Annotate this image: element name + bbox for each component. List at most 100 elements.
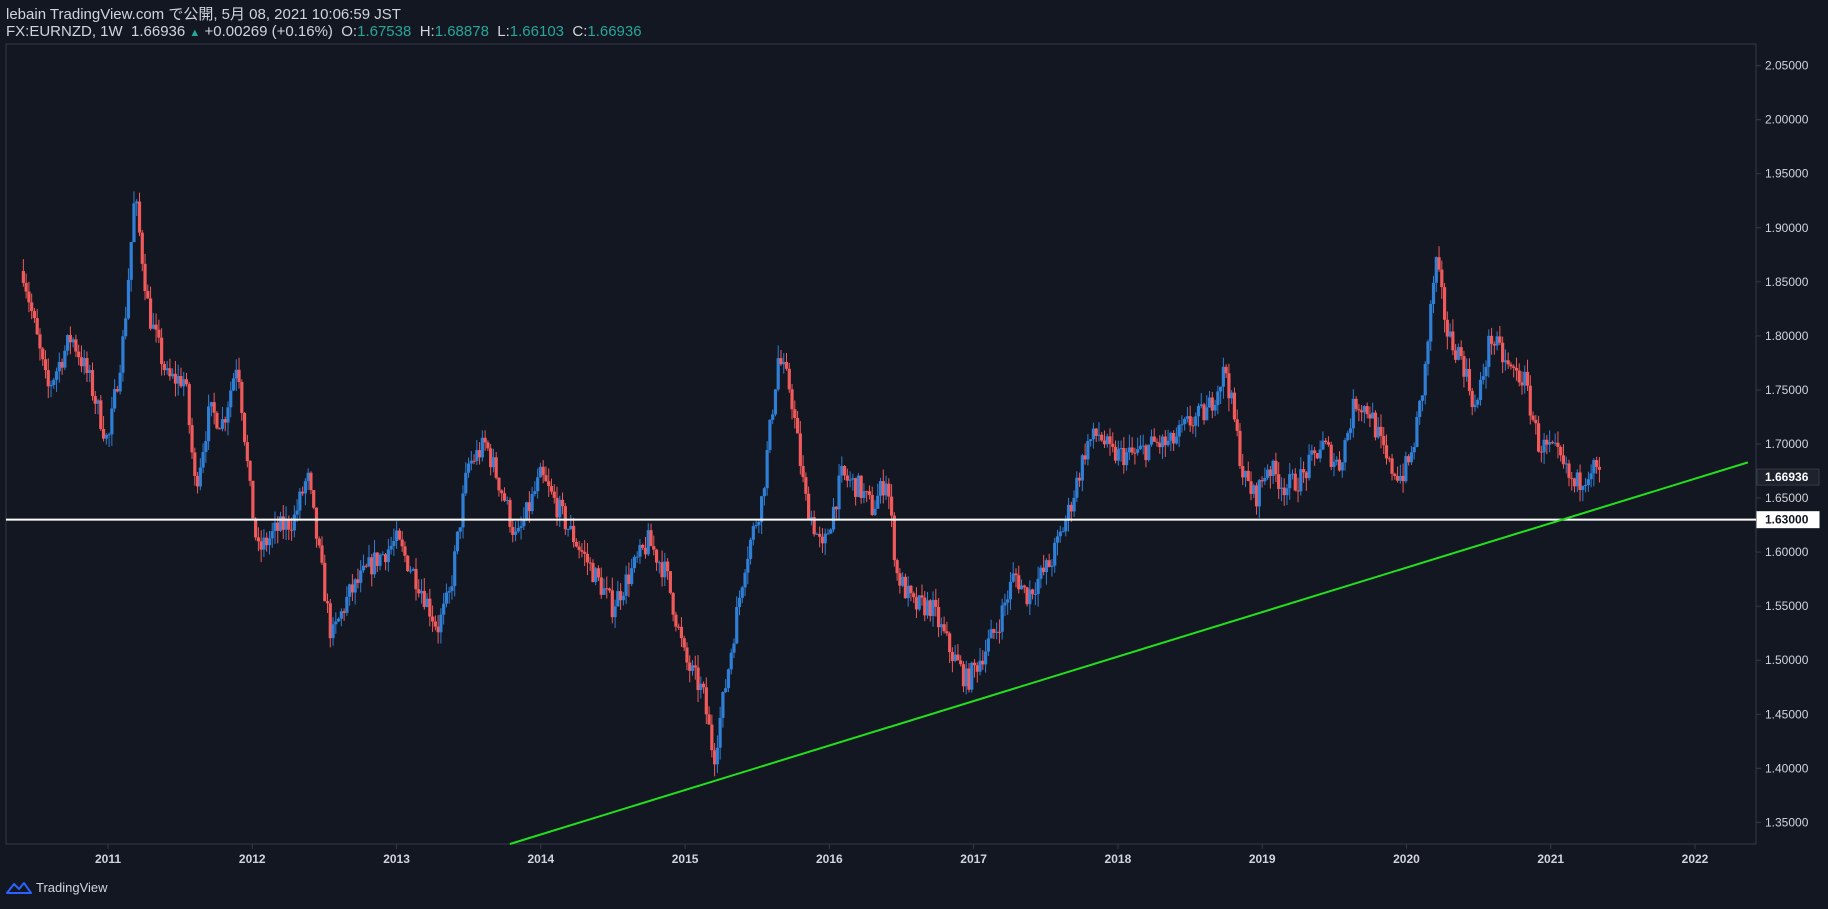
candle-body: [953, 654, 957, 661]
candle-body: [547, 481, 551, 486]
candle-body: [632, 556, 637, 569]
candle-body: [1583, 485, 1588, 487]
candle-body: [325, 601, 330, 604]
time-tick-label: 2017: [960, 852, 987, 866]
candle-body: [184, 379, 189, 385]
candle-body: [1534, 419, 1538, 424]
candle-body: [989, 629, 993, 639]
candle-body: [1172, 432, 1176, 444]
candle-body: [942, 624, 946, 632]
candle-body: [1072, 497, 1076, 512]
candle-body: [1149, 436, 1154, 445]
candle-body: [1321, 440, 1325, 450]
candle-body: [1199, 404, 1203, 406]
candle-body: [389, 545, 393, 550]
candle-body: [710, 724, 714, 751]
candle-body: [1351, 398, 1355, 429]
candle-body: [226, 407, 230, 423]
price-tick-label: 1.85000: [1765, 275, 1809, 289]
candle-body: [583, 551, 587, 554]
candle-body: [1501, 342, 1505, 363]
candle-body: [1426, 341, 1430, 364]
candle-body: [713, 750, 717, 765]
candle-body: [187, 384, 191, 426]
candle-body: [972, 662, 977, 666]
candle-body: [1124, 452, 1129, 466]
candle-body: [663, 561, 667, 578]
candle-body: [762, 488, 766, 497]
candle-body: [688, 662, 692, 671]
candle-body: [60, 361, 64, 368]
candle-body: [129, 242, 133, 280]
candle-body: [96, 400, 100, 404]
candle-body: [1183, 418, 1187, 425]
candle-body: [1185, 416, 1190, 419]
candle-body: [414, 568, 418, 590]
candle-body: [757, 521, 761, 526]
candle-body: [209, 402, 213, 407]
candle-body: [737, 597, 742, 607]
candle-body: [1177, 425, 1181, 437]
candle-body: [981, 660, 985, 665]
candle-body: [541, 466, 545, 476]
candle-body: [1246, 470, 1250, 482]
candle-body: [77, 351, 81, 358]
candle-body: [1307, 454, 1311, 479]
candle-body: [572, 525, 576, 543]
candle-body: [1318, 449, 1322, 459]
candle-body: [71, 339, 75, 343]
time-axis[interactable]: 2011 2012 2013 2014 2015 2016 2017 2018 2019 2020…: [95, 844, 1709, 866]
candle-body: [566, 529, 570, 531]
candle-body: [1094, 428, 1098, 436]
candle-body: [1116, 449, 1120, 461]
time-tick-label: 2022: [1682, 852, 1709, 866]
candle-body: [1545, 439, 1549, 445]
candle-body: [466, 463, 471, 473]
candle-body: [1008, 581, 1013, 600]
time-tick-label: 2021: [1537, 852, 1564, 866]
candle-body: [1080, 455, 1084, 481]
candle-body: [74, 339, 78, 352]
candle-body: [301, 491, 305, 494]
candle-body: [1462, 356, 1466, 377]
candle-body: [101, 428, 106, 439]
candle-body: [198, 467, 202, 487]
candle-body: [1324, 440, 1328, 443]
candle-body: [1567, 463, 1571, 478]
candle-body: [165, 368, 169, 371]
price-axis[interactable]: 2.05000 2.00000 1.95000 1.90000 1.85000 1.800…: [1756, 59, 1809, 830]
candle-body: [49, 385, 53, 387]
chart-pane-border: [5, 43, 1757, 845]
candle-body: [613, 606, 617, 618]
candle-body: [599, 577, 603, 595]
candle-body: [1111, 443, 1115, 447]
candle-body: [251, 480, 255, 519]
candle-body: [536, 477, 540, 492]
candle-body: [483, 437, 487, 443]
candle-body: [345, 596, 349, 613]
candle-body: [339, 611, 343, 619]
candle-body: [1542, 439, 1546, 453]
candle-body: [1454, 350, 1458, 360]
candle-body: [513, 531, 518, 535]
candle-body: [1553, 442, 1557, 444]
candle-body: [1091, 428, 1096, 440]
candle-body: [240, 381, 244, 413]
candle-body: [1589, 473, 1593, 480]
candle-body: [560, 499, 565, 507]
candle-body: [1188, 416, 1192, 426]
candle-body: [1387, 458, 1391, 460]
candle-body: [1299, 469, 1303, 492]
tradingview-branding[interactable]: TradingView: [6, 880, 108, 895]
candle-body: [190, 425, 194, 453]
candle-body: [256, 537, 260, 542]
candle-body: [1429, 303, 1433, 342]
candle-body: [171, 373, 175, 377]
price-tick-label: 1.80000: [1765, 329, 1809, 343]
candle-body: [1155, 441, 1159, 443]
candle-body: [1047, 560, 1051, 567]
candle-body: [840, 465, 844, 476]
price-chart[interactable]: 2.05000 2.00000 1.95000 1.90000 1.85000 1.800…: [0, 0, 1828, 909]
candle-body: [995, 631, 999, 633]
candle-body: [901, 576, 905, 586]
